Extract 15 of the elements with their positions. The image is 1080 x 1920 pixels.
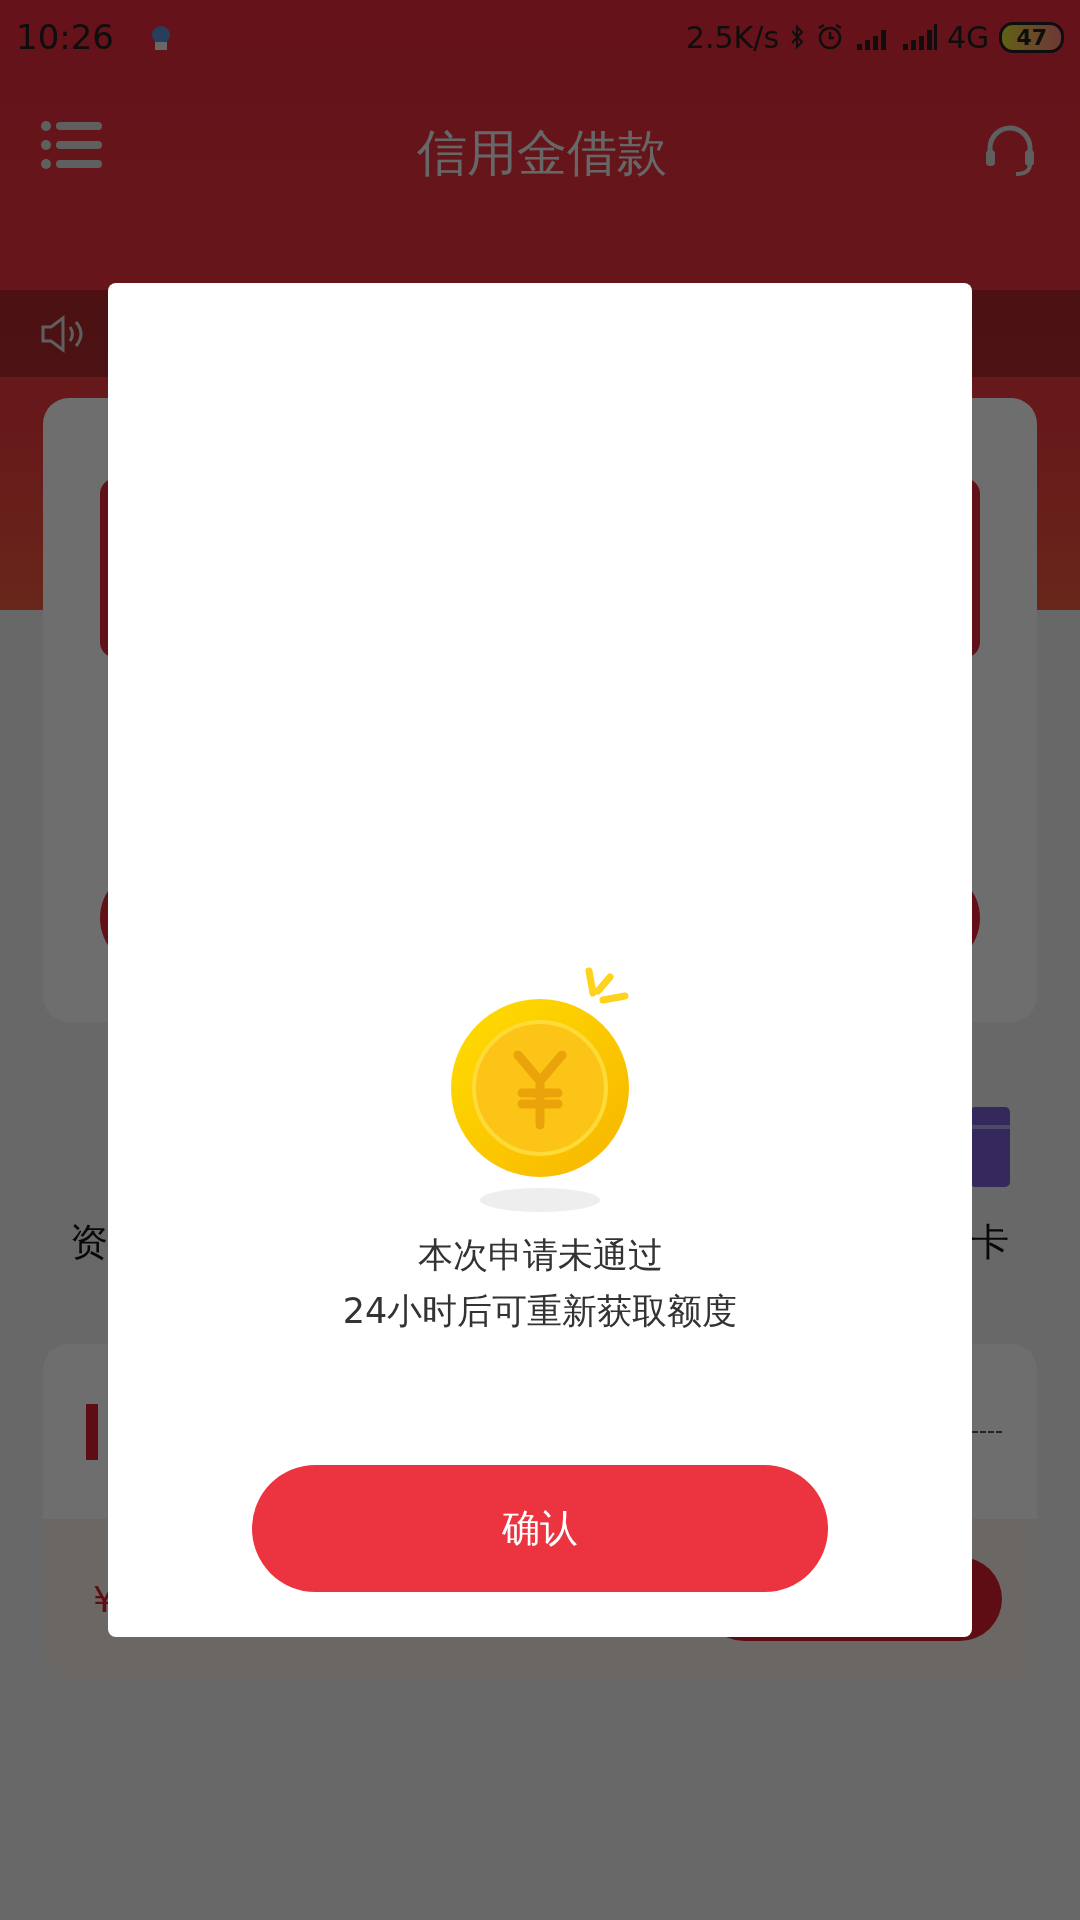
feature-label: 资 <box>70 1219 108 1266</box>
page-title: 信用金借款 <box>417 123 667 184</box>
dialog-message: 24小时后可重新获取额度 <box>342 1290 738 1333</box>
feature-label: 卡 <box>971 1219 1009 1266</box>
menu-icon[interactable] <box>40 120 104 170</box>
accent-bar <box>86 1403 98 1460</box>
network-speed: 2.5K/s <box>685 19 780 55</box>
signal-icon <box>901 24 938 50</box>
bluetooth-icon <box>789 23 806 51</box>
card-icon <box>970 1107 1010 1187</box>
network-type: 4G <box>947 19 990 55</box>
battery-indicator: 47 <box>999 21 1064 53</box>
confirm-button[interactable]: 确认 <box>252 1465 828 1592</box>
dialog-message: 本次申请未通过 <box>417 1234 663 1277</box>
status-time: 10:26 <box>16 17 114 57</box>
